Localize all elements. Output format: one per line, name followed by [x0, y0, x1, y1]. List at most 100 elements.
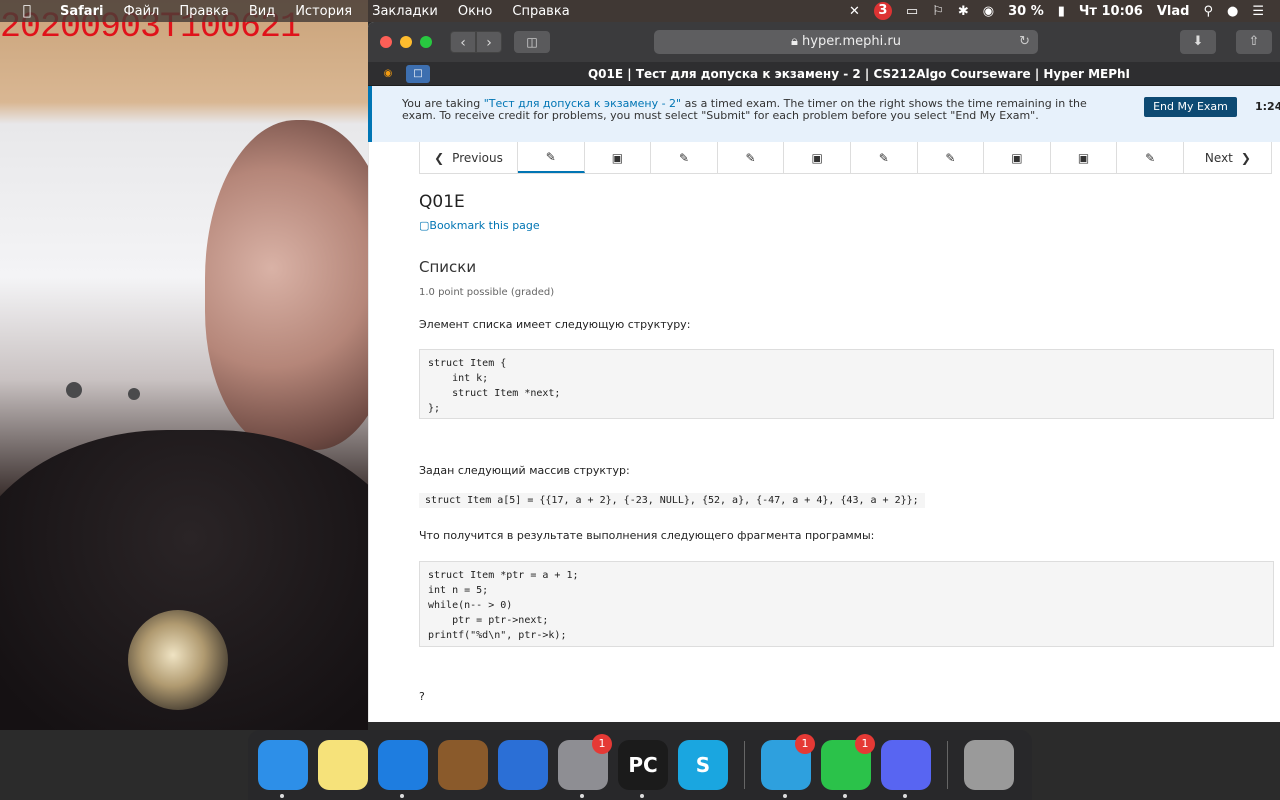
macos-dock: 1 PC S 1 1: [248, 730, 1032, 800]
lamp-shape: [66, 382, 82, 398]
running-indicator: [280, 794, 284, 798]
dock-skype-icon[interactable]: S: [678, 740, 728, 790]
spotlight-icon[interactable]: ⚲: [1203, 4, 1213, 19]
macos-menubar:  Safari Файл Правка Вид История Закладк…: [0, 0, 1280, 22]
fullscreen-window-button[interactable]: [420, 36, 432, 48]
menu-history[interactable]: История: [295, 4, 352, 19]
unit-tab-7[interactable]: ✎: [918, 142, 985, 173]
dock-pycharm-label: PC: [628, 753, 658, 777]
back-button[interactable]: ‹: [450, 31, 476, 53]
bookmark-link[interactable]: ▢Bookmark this page: [419, 219, 540, 232]
close-window-button[interactable]: [380, 36, 392, 48]
notification-badge[interactable]: 3: [873, 2, 892, 20]
browser-toolbar: ‹ › ◫ 🔒︎ hyper.mephi.ru ↻ ⬇ ⇧: [368, 22, 1280, 62]
user-name[interactable]: Vlad: [1157, 4, 1190, 19]
active-tab-title[interactable]: Q01E | Тест для допуска к экзамену - 2 |…: [438, 62, 1280, 86]
unit-tab-3[interactable]: ✎: [651, 142, 718, 173]
screen-mirror-icon[interactable]: ▭: [906, 4, 918, 19]
downloads-icon[interactable]: ⬇: [1180, 30, 1216, 54]
firefox-like-icon[interactable]: ◉: [376, 64, 400, 83]
running-indicator: [400, 794, 404, 798]
lock-icon: 🔒︎: [790, 34, 803, 49]
dock-finder-icon[interactable]: [258, 740, 308, 798]
unit-tab-1[interactable]: ✎: [518, 142, 585, 173]
edit-icon: ✎: [545, 149, 556, 164]
answer-prompt: ?: [419, 690, 425, 703]
reload-icon[interactable]: ↻: [1019, 30, 1030, 54]
dock-safari-icon[interactable]: [378, 740, 428, 798]
menu-help[interactable]: Справка: [512, 4, 569, 19]
battery-percent[interactable]: 30 %: [1008, 4, 1044, 19]
sidebar-toggle-icon[interactable]: ◫: [514, 31, 550, 53]
url-text: hyper.mephi.ru: [802, 34, 901, 49]
dock-separator: [744, 741, 745, 789]
chevron-left-icon: ❮: [434, 150, 445, 165]
mute-icon[interactable]: ✕: [849, 4, 860, 19]
menu-view[interactable]: Вид: [249, 4, 275, 19]
next-button[interactable]: Next ❯: [1184, 142, 1272, 173]
unit-tab-5[interactable]: ▣: [784, 142, 851, 173]
sequence-navigation: ❮ Previous ✎ ▣ ✎ ✎ ▣ ✎ ✎ ▣ ▣ ✎ Next ❯: [419, 142, 1272, 174]
menu-edit[interactable]: Правка: [179, 4, 228, 19]
book-icon: ▣: [1011, 150, 1023, 165]
struct-code-block: struct Item { int k; struct Item *next; …: [419, 349, 1274, 419]
menu-bookmarks[interactable]: Закладки: [372, 4, 438, 19]
end-my-exam-button[interactable]: End My Exam: [1144, 97, 1237, 117]
history-nav: ‹ ›: [450, 31, 502, 53]
previous-label: Previous: [452, 150, 503, 165]
dock-xcode-icon[interactable]: [498, 740, 548, 790]
edit-icon: ✎: [745, 150, 756, 165]
running-indicator: [580, 794, 584, 798]
dock-telegram-icon[interactable]: 1: [761, 734, 815, 798]
unit-tab-9[interactable]: ▣: [1051, 142, 1118, 173]
bluetooth-icon[interactable]: ✱: [958, 4, 969, 19]
menu-file[interactable]: Файл: [123, 4, 159, 19]
unit-tab-2[interactable]: ▣: [585, 142, 652, 173]
unit-tab-4[interactable]: ✎: [718, 142, 785, 173]
flag-icon[interactable]: ⚐: [932, 4, 944, 19]
dock-facetime-icon[interactable]: 1: [821, 734, 875, 798]
dock-badge: 1: [855, 734, 875, 754]
timed-exam-banner: You are taking "Тест для допуска к экзам…: [368, 86, 1280, 142]
battery-icon[interactable]: ▮: [1058, 4, 1065, 19]
next-label: Next: [1204, 150, 1233, 165]
tab-bar: ◉ □ Q01E | Тест для допуска к экзамену -…: [368, 62, 1280, 86]
clock[interactable]: Чт 10:06: [1079, 4, 1143, 19]
menu-window[interactable]: Окно: [458, 4, 493, 19]
chat-icon[interactable]: □: [406, 64, 430, 83]
book-icon: ▣: [611, 150, 624, 165]
dock-discord-icon[interactable]: [881, 740, 931, 798]
forward-button[interactable]: ›: [476, 31, 502, 53]
favorites: ◉ □: [368, 64, 430, 83]
minimize-window-button[interactable]: [400, 36, 412, 48]
running-indicator: [843, 794, 847, 798]
menu-safari[interactable]: Safari: [60, 4, 103, 19]
array-code: struct Item a[5] = {{17, a + 2}, {-23, N…: [419, 493, 925, 508]
dock-trash-icon[interactable]: [964, 740, 1014, 790]
menubar-status-area: ✕ 3 ▭ ⚐ ✱ ◉ 30 % ▮ Чт 10:06 Vlad ⚲ ● ☰: [849, 0, 1280, 22]
unit-tab-6[interactable]: ✎: [851, 142, 918, 173]
edit-icon: ✎: [945, 150, 956, 165]
share-icon[interactable]: ⇧: [1236, 30, 1272, 54]
edit-icon: ✎: [1145, 150, 1156, 165]
unit-tab-8[interactable]: ▣: [984, 142, 1051, 173]
person-head: [205, 120, 368, 450]
dock-system-preferences-icon[interactable]: 1: [558, 734, 612, 798]
unit-tab-10[interactable]: ✎: [1117, 142, 1184, 173]
lamp-shape: [128, 388, 140, 400]
control-list-icon[interactable]: ☰: [1252, 4, 1264, 19]
siri-icon[interactable]: ●: [1227, 4, 1238, 19]
dock-pycharm-icon[interactable]: PC: [618, 740, 668, 798]
address-bar[interactable]: 🔒︎ hyper.mephi.ru ↻: [654, 30, 1038, 54]
dock-notes-icon[interactable]: [318, 740, 368, 790]
problem-heading: Списки: [419, 258, 477, 276]
toolbar-right: ⬇ ⇧: [1180, 30, 1280, 54]
previous-button[interactable]: ❮ Previous: [420, 142, 518, 173]
page-title: Q01E: [419, 192, 465, 212]
apple-icon[interactable]: : [14, 3, 40, 19]
wifi-icon[interactable]: ◉: [983, 4, 994, 19]
running-indicator: [640, 794, 644, 798]
dock-garageband-icon[interactable]: [438, 740, 488, 790]
edit-icon: ✎: [878, 150, 889, 165]
book-icon: ▣: [811, 150, 823, 165]
